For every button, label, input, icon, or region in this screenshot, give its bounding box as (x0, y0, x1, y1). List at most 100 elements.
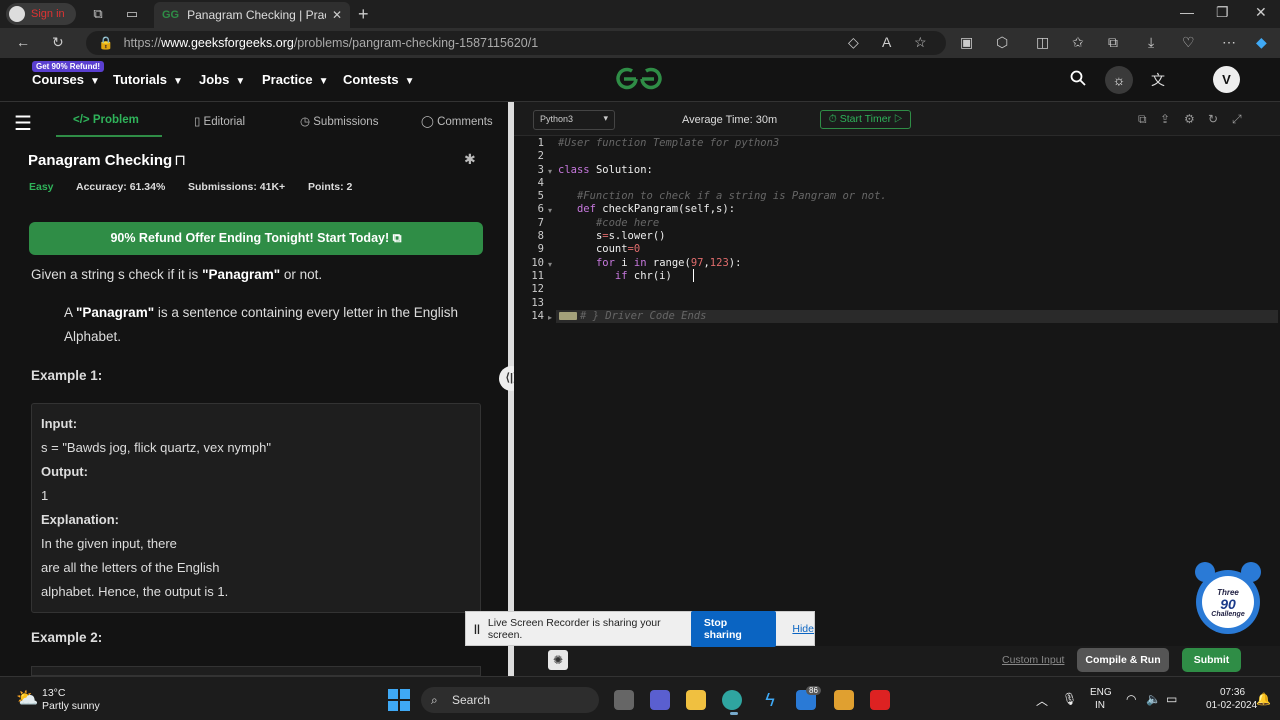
notifications-bell-icon[interactable]: 🔔 (1256, 692, 1271, 706)
nav-practice[interactable]: Practice ▼ (262, 72, 329, 87)
search-icon: ⌕ (431, 693, 438, 707)
stop-sharing-button[interactable]: Stop sharing (690, 610, 777, 647)
refresh-icon[interactable]: ↻ (52, 34, 64, 51)
nav-contests-label: Contests (343, 72, 399, 87)
url-field[interactable]: 🔒 https://www.geeksforgeeks.org/problems… (86, 31, 946, 55)
browser-tab-active[interactable]: GG Panagram Checking | Practice | G ✕ (154, 2, 350, 28)
fullscreen-icon[interactable]: ⤢ (1232, 112, 1242, 127)
volume-icon[interactable]: 🔈 (1146, 692, 1161, 706)
back-icon[interactable]: ← (16, 34, 30, 50)
clock-time[interactable]: 07:36 (1220, 687, 1245, 698)
store-app-icon[interactable] (834, 690, 854, 710)
translate-icon[interactable]: 文 (1151, 70, 1165, 90)
input-value: s = "Bawds jog, flick quartz, vex nymph" (41, 440, 271, 455)
fold-arrow-icon[interactable]: ▾ (548, 260, 552, 269)
file-explorer-icon[interactable] (686, 690, 706, 710)
nav-tutorials-label: Tutorials (113, 72, 167, 87)
weather-temperature[interactable]: 13°C (42, 687, 65, 699)
wifi-icon[interactable]: ◠ (1126, 692, 1136, 706)
new-tab-button[interactable]: + (358, 4, 369, 25)
tab-submissions-label: Submissions (313, 116, 379, 128)
tab-comments[interactable]: ◯ Comments (421, 114, 493, 128)
close-window-button[interactable]: ✕ (1255, 4, 1267, 21)
nav-contests[interactable]: Contests ▼ (343, 72, 415, 87)
workspaces-icon[interactable]: ⧉ (90, 6, 106, 22)
search-icon[interactable] (1070, 70, 1086, 91)
vscode-app-icon[interactable]: ϟ (760, 690, 780, 710)
challenge-clock-badge[interactable]: Three 90 Challenge (1193, 560, 1263, 636)
read-aloud-icon[interactable]: A (882, 34, 891, 50)
collections-icon[interactable]: ⧉ (1108, 34, 1118, 51)
code-area[interactable]: #User function Template for python3 clas… (558, 136, 1278, 646)
fold-arrow-icon[interactable]: ▸ (548, 313, 552, 322)
maximize-button[interactable]: ❐ (1216, 4, 1229, 21)
hamburger-menu-icon[interactable]: ☰ (14, 111, 32, 136)
edge-browser-icon[interactable] (722, 690, 742, 710)
battery-icon[interactable]: ▭ (1166, 692, 1177, 706)
tab-submissions[interactable]: ◷ Submissions (300, 114, 378, 128)
calendar-app-icon[interactable] (870, 690, 890, 710)
compile-run-button[interactable]: Compile & Run (1077, 648, 1169, 672)
line-number: 9 (537, 243, 544, 255)
tab-editorial[interactable]: ▯ Editorial (194, 114, 245, 128)
minimize-button[interactable]: — (1180, 4, 1194, 20)
favorites-icon[interactable]: ✩ (1072, 34, 1084, 51)
file-manager-app-icon[interactable] (614, 690, 634, 710)
gfg-logo-icon[interactable] (612, 66, 666, 98)
custom-input-link[interactable]: Custom Input (1002, 654, 1064, 666)
settings-icon[interactable]: ⚙ (1184, 112, 1195, 126)
url-path: /problems/pangram-checking-1587115620/1 (293, 36, 539, 50)
chevron-down-icon: ▼ (172, 76, 183, 87)
nav-jobs[interactable]: Jobs ▼ (199, 72, 245, 87)
teams-app-icon[interactable] (650, 690, 670, 710)
bookmark-icon[interactable]: ⊓ (174, 152, 186, 169)
nav-tutorials[interactable]: Tutorials ▼ (113, 72, 183, 87)
document-icon: ▯ (194, 116, 201, 128)
nav-courses-label: Courses (32, 72, 85, 87)
partly-sunny-icon[interactable]: ⛅ (16, 688, 38, 709)
favorite-star-icon[interactable]: ☆ (914, 34, 927, 51)
weather-description[interactable]: Partly sunny (42, 700, 100, 712)
more-menu-icon[interactable]: ⋯ (1222, 34, 1236, 51)
hide-banner-link[interactable]: Hide (792, 623, 814, 635)
split-screen-icon[interactable]: ◫ (1036, 34, 1049, 51)
reset-code-icon[interactable]: ↻ (1208, 112, 1218, 126)
start-timer-button[interactable]: ⏱ Start Timer ▷ (820, 110, 911, 129)
show-hidden-icons-chevron-icon[interactable]: ︿ (1036, 692, 1048, 709)
refund-offer-button[interactable]: 90% Refund Offer Ending Tonight! Start T… (29, 222, 483, 255)
copy-icon[interactable]: ⧉ (1138, 112, 1147, 127)
code-line: def checkPangram(self,s): (576, 203, 736, 215)
upload-file-icon[interactable]: ⇪ (1160, 112, 1170, 126)
promo-badge[interactable]: Get 90% Refund! (32, 61, 105, 72)
hint-bulb-icon[interactable]: ✺ (548, 650, 568, 670)
tab-actions-icon[interactable]: ▭ (124, 6, 140, 22)
extensions-puzzle-icon[interactable]: ⬡ (996, 34, 1008, 51)
fold-arrow-icon[interactable]: ▾ (548, 206, 552, 215)
clock-date[interactable]: 01-02-2024 (1206, 700, 1257, 711)
line-number: 2 (537, 150, 544, 162)
problem-title: Panagram Checking ⊓ (28, 151, 186, 169)
tab-problem[interactable]: </> Problem (73, 114, 139, 126)
windows-start-icon[interactable] (388, 689, 410, 711)
downloads-icon[interactable]: ⤓ (1148, 34, 1154, 51)
copilot-icon[interactable]: ◆ (1256, 34, 1267, 51)
submit-button[interactable]: Submit (1182, 648, 1241, 672)
nav-courses[interactable]: Courses ▼ (32, 72, 100, 87)
browser-essentials-icon[interactable]: ♡ (1182, 34, 1195, 51)
close-tab-icon[interactable]: ✕ (332, 8, 342, 22)
code-line: s=s.lower() (595, 230, 666, 242)
user-avatar[interactable]: V (1213, 66, 1240, 93)
fold-arrow-icon[interactable]: ▾ (548, 167, 552, 176)
report-bug-icon[interactable]: ✱ (464, 151, 476, 168)
profile-avatar-icon (9, 6, 25, 22)
profile-signin-button[interactable]: Sign in (6, 3, 76, 25)
app-available-icon[interactable]: ◇ (848, 34, 859, 51)
code-line: # } Driver Code Ends (580, 310, 707, 322)
theme-toggle-icon[interactable]: ☼ (1105, 66, 1133, 94)
input-language[interactable]: ENG (1090, 687, 1112, 698)
language-select[interactable]: Python3 ▾ (533, 110, 615, 130)
taskbar-search-box[interactable]: ⌕ Search (421, 687, 599, 713)
input-region[interactable]: IN (1095, 700, 1105, 711)
extension-icon[interactable]: ▣ (960, 34, 973, 51)
microphone-icon[interactable]: 🎙 (1062, 692, 1077, 706)
